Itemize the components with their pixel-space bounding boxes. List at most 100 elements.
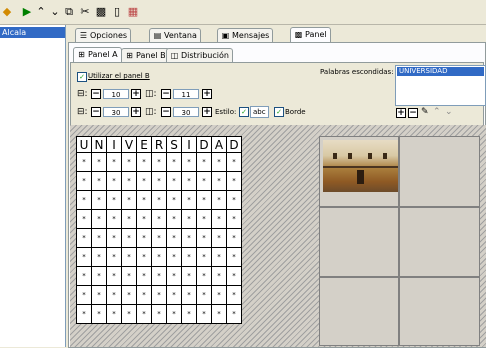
grid-cell: * bbox=[166, 171, 182, 191]
grid-cell: * bbox=[136, 247, 152, 267]
grid-cell: * bbox=[91, 190, 107, 210]
grid-cell: * bbox=[136, 209, 152, 229]
grid-cell: * bbox=[76, 209, 92, 229]
tab-panel-b[interactable]: ⊞ Panel B bbox=[121, 48, 170, 62]
image-cell bbox=[319, 277, 399, 346]
grid-cell: * bbox=[76, 171, 92, 191]
grid-cell: * bbox=[226, 285, 242, 305]
tab-distribucion[interactable]: ◫ Distribución bbox=[166, 48, 233, 62]
grid-cell: * bbox=[106, 228, 122, 248]
play-icon[interactable]: ▶ bbox=[21, 6, 33, 18]
edit-word-icon[interactable]: ✎ bbox=[421, 107, 429, 117]
style-preview-button[interactable]: abc bbox=[250, 106, 269, 118]
grid-cell: * bbox=[166, 152, 182, 172]
rows-increment-button[interactable]: + bbox=[131, 89, 141, 99]
grid-cell: * bbox=[91, 209, 107, 229]
grid-letter-cell: D bbox=[226, 136, 242, 153]
cols-input[interactable]: 11 bbox=[173, 89, 199, 99]
cols-icon: ◫: bbox=[145, 89, 157, 99]
grid-cell: * bbox=[76, 285, 92, 305]
grid-cell: * bbox=[136, 190, 152, 210]
cols-decrement-button[interactable]: − bbox=[161, 89, 171, 99]
grid-cell: * bbox=[211, 190, 227, 210]
tab-panel-a[interactable]: ⊞ Panel A bbox=[73, 47, 122, 62]
messages-icon: ▣ bbox=[221, 31, 230, 40]
grid-cell: * bbox=[76, 190, 92, 210]
remove-word-button[interactable]: − bbox=[408, 108, 418, 118]
grid-row: * * * * * * * * * * * bbox=[76, 209, 242, 229]
grid-cell: * bbox=[181, 228, 197, 248]
tab-distribucion-label: Distribución bbox=[181, 51, 229, 60]
grid-cell: * bbox=[136, 304, 152, 324]
grid-cell: * bbox=[226, 304, 242, 324]
grid-cell: * bbox=[106, 247, 122, 267]
width-input[interactable]: 30 bbox=[103, 107, 129, 117]
height-increment-button[interactable]: + bbox=[202, 107, 212, 117]
grid-cell: * bbox=[166, 247, 182, 267]
move-up-icon[interactable]: ⌃ bbox=[433, 107, 441, 117]
tab-panel-a-label: Panel A bbox=[88, 50, 118, 59]
hidden-words-list[interactable]: UNIVERSIDAD bbox=[395, 65, 486, 106]
grid-cell: * bbox=[196, 304, 212, 324]
grid-cell: * bbox=[181, 190, 197, 210]
paste-icon[interactable]: ▩ bbox=[95, 6, 107, 18]
width-icon: ⊟: bbox=[77, 107, 88, 117]
style-checkbox[interactable]: ✓ bbox=[239, 107, 249, 117]
grid-cell: * bbox=[121, 247, 137, 267]
grid-cell: * bbox=[91, 247, 107, 267]
width-decrement-button[interactable]: − bbox=[91, 107, 101, 117]
rows-input[interactable]: 10 bbox=[103, 89, 129, 99]
move-down-icon[interactable]: ⌄ bbox=[445, 107, 453, 117]
grid-cell: * bbox=[151, 266, 167, 286]
tab-opciones[interactable]: ☰ Opciones bbox=[75, 28, 132, 42]
add-word-button[interactable]: + bbox=[396, 108, 406, 118]
grid-cell: * bbox=[196, 152, 212, 172]
grid-cell: * bbox=[181, 304, 197, 324]
hidden-word-item[interactable]: UNIVERSIDAD bbox=[397, 67, 484, 76]
puzzle-icon[interactable]: ◆ bbox=[1, 6, 13, 18]
grid-icon[interactable]: ▦ bbox=[127, 6, 139, 18]
grid-cell: * bbox=[166, 285, 182, 305]
copy-icon[interactable]: ⧉ bbox=[63, 6, 75, 18]
grid-cell: * bbox=[211, 171, 227, 191]
toolbar: ◆ ▶ ⌃ ⌄ ⧉ ✂ ▩ ▯ ▦ bbox=[0, 0, 486, 25]
grid-cell: * bbox=[226, 171, 242, 191]
grid-cell: * bbox=[91, 228, 107, 248]
grid-cell: * bbox=[76, 304, 92, 324]
border-checkbox[interactable]: ✓ bbox=[274, 107, 284, 117]
grid-cell: * bbox=[121, 285, 137, 305]
grid-row: * * * * * * * * * * * bbox=[76, 285, 242, 305]
tab-mensajes[interactable]: ▣ Mensajes bbox=[217, 28, 274, 42]
grid-cell: * bbox=[91, 171, 107, 191]
grid-cell: * bbox=[181, 171, 197, 191]
grid-cell: * bbox=[226, 228, 242, 248]
sidebar-item-alcala[interactable]: Alcala bbox=[0, 27, 65, 38]
hidden-words-label: Palabras escondidas: bbox=[320, 68, 394, 76]
rows-decrement-button[interactable]: − bbox=[91, 89, 101, 99]
grid-cell: * bbox=[91, 285, 107, 305]
grid-header-row: UNIVERSIDAD bbox=[76, 136, 242, 153]
height-input[interactable]: 30 bbox=[173, 107, 199, 117]
grid-letter-cell: S bbox=[166, 136, 182, 153]
grid-row: * * * * * * * * * * * bbox=[76, 247, 242, 267]
grid-cell: * bbox=[196, 285, 212, 305]
delete-icon[interactable]: ▯ bbox=[111, 6, 123, 18]
image-panel bbox=[319, 136, 480, 346]
grid-cell: * bbox=[211, 266, 227, 286]
grid-cell: * bbox=[121, 190, 137, 210]
up-arrow-icon[interactable]: ⌃ bbox=[35, 6, 47, 18]
width-increment-button[interactable]: + bbox=[131, 107, 141, 117]
image-cell bbox=[399, 207, 480, 277]
cols-increment-button[interactable]: + bbox=[202, 89, 212, 99]
cut-icon[interactable]: ✂ bbox=[79, 6, 91, 18]
word-search-grid: U N I V E R S I D A D * * * * * * * * * * * * * * * * * * * * * * * * * * * * *… bbox=[76, 136, 242, 324]
tab-panel[interactable]: ▩ Panel bbox=[290, 27, 331, 42]
grid-cell: * bbox=[106, 171, 122, 191]
grid-cell: * bbox=[181, 266, 197, 286]
grid-cell: * bbox=[121, 266, 137, 286]
use-panel-b-checkbox[interactable]: ✓ bbox=[77, 72, 87, 82]
grid-letter-cell: E bbox=[136, 136, 152, 153]
down-arrow-icon[interactable]: ⌄ bbox=[49, 6, 61, 18]
height-decrement-button[interactable]: − bbox=[161, 107, 171, 117]
tab-ventana[interactable]: ▤ Ventana bbox=[149, 28, 201, 42]
